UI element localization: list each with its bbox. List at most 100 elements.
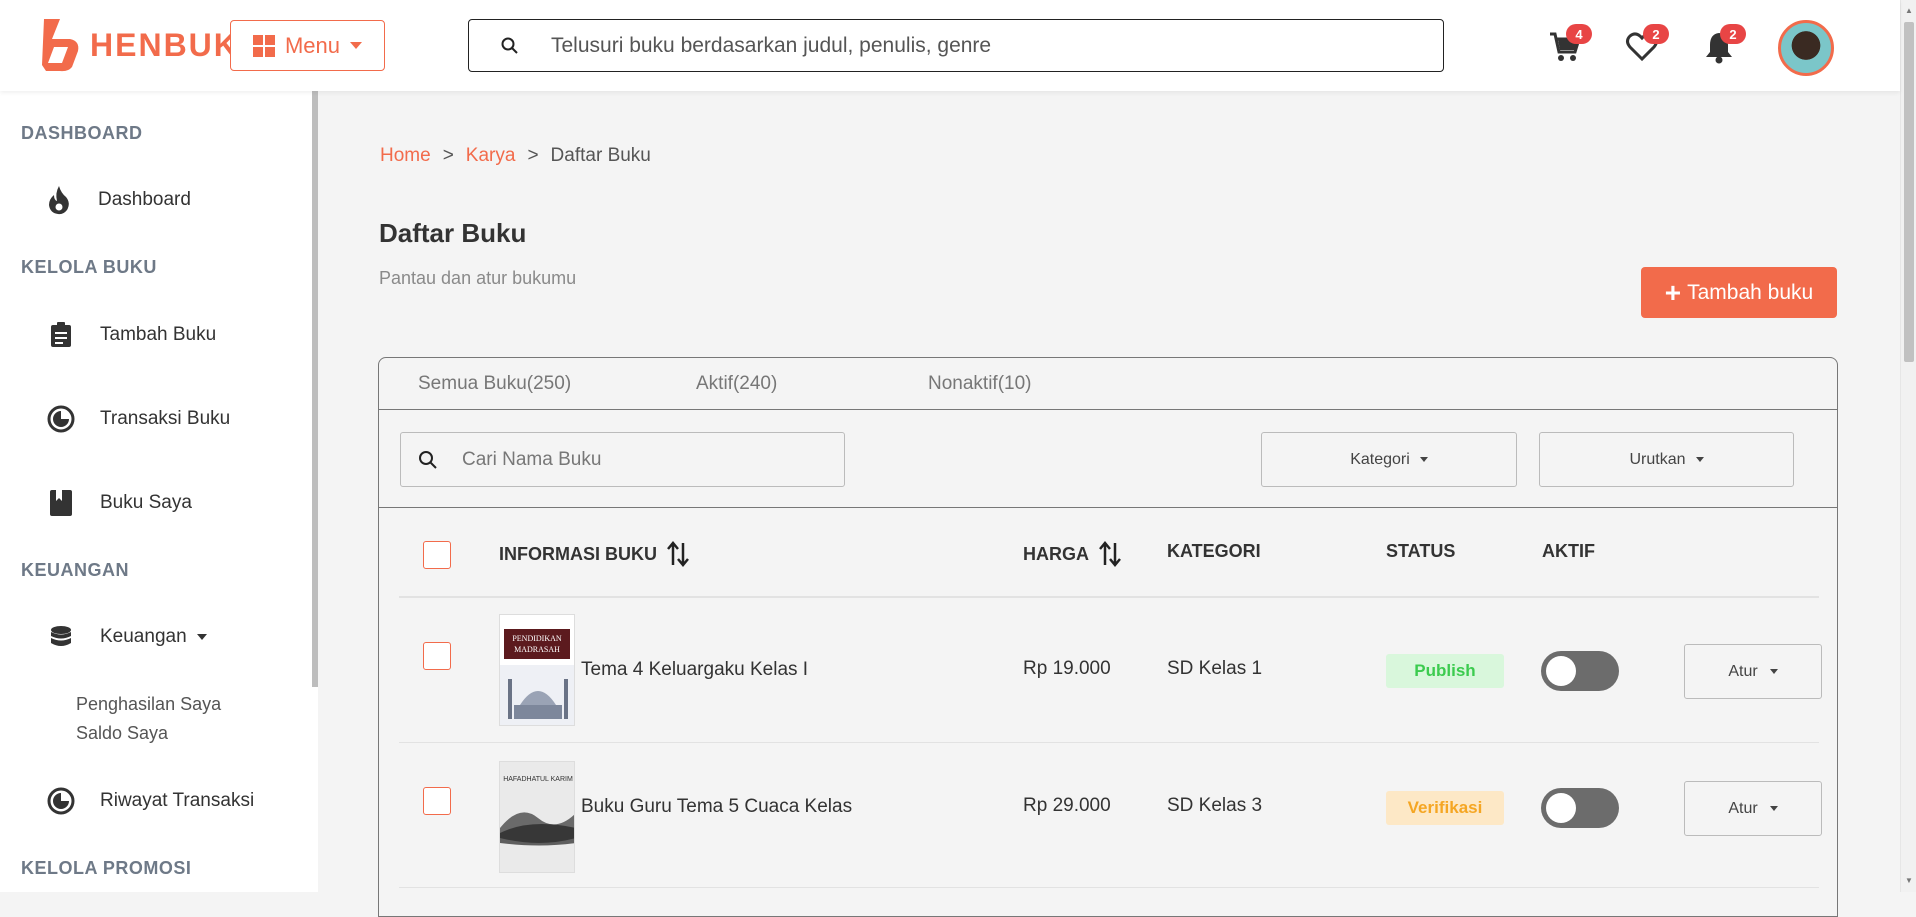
atur-dropdown[interactable]: Atur [1684, 644, 1822, 699]
brand-name: HENBUK [90, 26, 239, 63]
sidebar-item-dashboard[interactable]: Dashboard [44, 185, 191, 215]
clipboard-icon [46, 320, 76, 350]
breadcrumb-separator: > [527, 145, 539, 166]
active-toggle[interactable] [1541, 651, 1619, 691]
column-kategori: KATEGORI [1167, 541, 1261, 561]
fire-icon [44, 185, 74, 215]
search-icon [501, 37, 518, 54]
pie-chart-icon [46, 786, 76, 816]
scroll-up-icon[interactable]: ▲ [1905, 6, 1913, 15]
book-price: Rp 29.000 [1023, 795, 1111, 816]
chevron-down-icon [196, 634, 207, 640]
sidebar-item-label: Dashboard [98, 189, 191, 210]
status-badge: Verifikasi [1386, 791, 1504, 825]
column-label: INFORMASI BUKU [499, 543, 657, 564]
book-search-placeholder: Cari Nama Buku [462, 448, 602, 470]
book-title[interactable]: Buku Guru Tema 5 Cuaca Kelas [581, 796, 852, 818]
book-category: SD Kelas 3 [1167, 795, 1263, 816]
sidebar-item-tambah-buku[interactable]: Tambah Buku [46, 320, 216, 350]
table-row: PENDIDIKAN MADRASAH Tema 4 Keluargaku Ke… [399, 598, 1822, 743]
add-book-label: Tambah buku [1687, 280, 1814, 304]
toggle-knob [1546, 793, 1576, 823]
chevron-down-icon [350, 42, 363, 49]
select-all-checkbox[interactable] [423, 541, 451, 569]
sidebar-item-keuangan[interactable]: Keuangan [46, 622, 207, 652]
tab-nonaktif[interactable]: Nonaktif(10) [928, 373, 1032, 395]
book-icon [46, 488, 76, 518]
active-toggle[interactable] [1541, 788, 1619, 828]
plus-icon: + [1664, 276, 1682, 308]
book-tabs: Semua Buku(250) Aktif(240) Nonaktif(10) [379, 358, 1837, 410]
main-content: Home > Karya > Daftar Buku Daftar Buku P… [318, 91, 1900, 917]
urutkan-label: Urutkan [1629, 450, 1686, 468]
breadcrumb: Home > Karya > Daftar Buku [380, 145, 651, 167]
sidebar-section-dashboard: DASHBOARD [21, 123, 143, 143]
book-cover-title: PENDIDIKAN MADRASAH [504, 629, 570, 659]
menu-button[interactable]: Menu [230, 20, 385, 71]
book-cover-title: HAFADHATUL KARIM [503, 776, 573, 783]
urutkan-dropdown[interactable]: Urutkan [1539, 432, 1794, 487]
tab-semua-buku[interactable]: Semua Buku(250) [418, 373, 571, 395]
atur-label: Atur [1728, 662, 1758, 680]
notification-button[interactable]: 2 [1702, 24, 1746, 64]
sidebar-item-label: Keuangan [100, 626, 187, 647]
sidebar-section-keuangan: KEUANGAN [21, 560, 130, 580]
scrollbar-thumb[interactable] [1904, 22, 1914, 362]
scroll-down-icon[interactable]: ▼ [1905, 876, 1913, 885]
kategori-dropdown[interactable]: Kategori [1261, 432, 1517, 487]
brand-logo[interactable]: HENBUK [40, 17, 239, 73]
breadcrumb-home[interactable]: Home [380, 145, 431, 167]
wishlist-count-badge: 2 [1643, 24, 1669, 44]
sidebar-item-label: Buku Saya [100, 492, 192, 513]
sort-icon[interactable] [667, 541, 689, 567]
add-book-button[interactable]: + Tambah buku [1641, 267, 1837, 318]
column-informasi-buku[interactable]: INFORMASI BUKU [499, 541, 689, 567]
sidebar-subitem-penghasilan[interactable]: Penghasilan Saya [76, 694, 221, 715]
book-title[interactable]: Tema 4 Keluargaku Kelas I [581, 659, 808, 681]
book-cover[interactable]: PENDIDIKAN MADRASAH [499, 614, 575, 726]
page-scrollbar[interactable]: ▲ ▼ [1900, 0, 1916, 892]
sidebar-section-kelola-promosi: KELOLA PROMOSI [21, 858, 192, 878]
cart-button[interactable]: 4 [1548, 24, 1592, 64]
book-search-input[interactable]: Cari Nama Buku [400, 432, 845, 487]
sidebar-item-label: Riwayat Transaksi [100, 790, 255, 811]
column-harga[interactable]: HARGA [1023, 541, 1121, 567]
column-status: STATUS [1386, 541, 1456, 561]
row-checkbox[interactable] [423, 642, 451, 670]
database-icon [46, 622, 76, 652]
kategori-label: Kategori [1350, 450, 1410, 468]
table-header: INFORMASI BUKU HARGA KATEGORI STATUS AKT… [399, 508, 1819, 598]
page-title: Daftar Buku [379, 218, 527, 248]
book-cover[interactable]: HAFADHATUL KARIM [499, 761, 575, 873]
global-search-input[interactable]: Telusuri buku berdasarkan judul, penulis… [468, 19, 1444, 72]
caret-down-icon [1769, 669, 1778, 674]
caret-down-icon [1695, 457, 1704, 462]
sidebar-item-transaksi-buku[interactable]: Transaksi Buku [46, 404, 230, 434]
search-icon [419, 450, 437, 469]
breadcrumb-karya[interactable]: Karya [466, 145, 516, 167]
grid-icon [252, 34, 275, 57]
sidebar-item-riwayat-transaksi[interactable]: Riwayat Transaksi [46, 786, 254, 816]
row-checkbox[interactable] [423, 787, 451, 815]
sidebar-item-label: Tambah Buku [100, 324, 217, 345]
toggle-knob [1546, 656, 1576, 686]
atur-label: Atur [1728, 799, 1758, 817]
sidebar-item-buku-saya[interactable]: Buku Saya [46, 488, 192, 518]
column-aktif: AKTIF [1542, 541, 1595, 561]
book-category: SD Kelas 1 [1167, 658, 1263, 679]
table-row: HAFADHATUL KARIM Buku Guru Tema 5 Cuaca … [399, 743, 1822, 888]
cart-count-badge: 4 [1566, 24, 1592, 44]
sort-icon[interactable] [1099, 541, 1121, 567]
henbuk-logo-icon [42, 19, 79, 72]
wishlist-button[interactable]: 2 [1625, 24, 1669, 64]
mist-illustration [500, 812, 574, 846]
caret-down-icon [1769, 806, 1778, 811]
sidebar-subitem-saldo[interactable]: Saldo Saya [76, 723, 168, 744]
atur-dropdown[interactable]: Atur [1684, 781, 1822, 836]
sidebar-item-label: Transaksi Buku [100, 408, 231, 429]
column-label: HARGA [1023, 543, 1089, 564]
tab-aktif[interactable]: Aktif(240) [696, 373, 777, 395]
book-list-card: Semua Buku(250) Aktif(240) Nonaktif(10) … [378, 357, 1838, 917]
status-badge: Publish [1386, 654, 1504, 688]
user-avatar[interactable] [1778, 20, 1834, 76]
